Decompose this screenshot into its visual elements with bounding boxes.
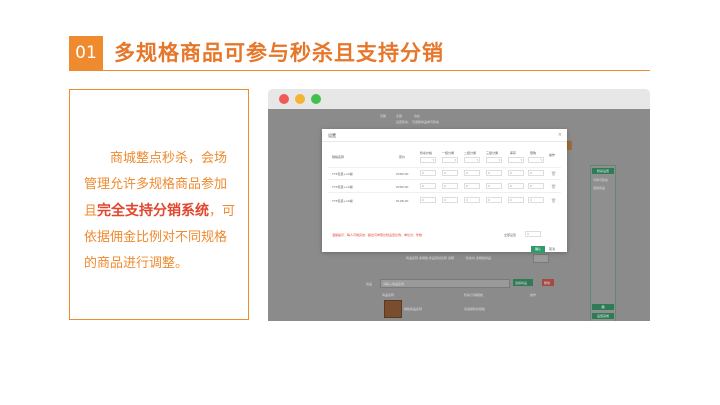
bg-add-product-button[interactable]: 选择商品 (513, 279, 533, 286)
th-stock: 库存 (510, 151, 517, 155)
th-level2: 二级分佣 (464, 151, 477, 155)
row-2-stock-input[interactable]: 0 (508, 183, 524, 189)
minimize-window-dot[interactable] (295, 94, 305, 104)
row-2-seckill-input[interactable]: 0 (420, 183, 436, 189)
bg-search-placeholder: 请输入商品名称 (383, 282, 405, 286)
bg-product-row-1: 商品名称 多规格 商品测试名称 说明 (406, 256, 454, 260)
bg-col-2: 秒杀/分销规格 (464, 293, 484, 297)
row-3-level1-input[interactable]: 0 (442, 197, 458, 203)
bg-bottom-select[interactable]: 请选择秒杀规格 (464, 307, 485, 311)
cancel-button[interactable]: 取消 (549, 246, 555, 253)
row-1-level1-input[interactable]: 0 (442, 170, 458, 176)
bg-col-3: 操作 (530, 293, 537, 297)
row-2-spec: TYP包装+10袋 (332, 185, 353, 189)
row-divider (328, 167, 561, 168)
modal-divider (322, 141, 567, 142)
bg-delete-button[interactable]: 删除 (542, 279, 554, 286)
row-1-limit-input[interactable]: 0 (528, 170, 544, 176)
bg-label-3[interactable]: 请在 (414, 114, 420, 118)
batch-select[interactable] (442, 157, 458, 163)
bg-label-2[interactable]: 全部 (396, 114, 402, 118)
row-2-level1-input[interactable]: 0 (442, 183, 458, 189)
batch-select[interactable] (508, 157, 524, 163)
th-level1: 一级分佣 (442, 151, 455, 155)
bg-panel-tag-mid[interactable]: 确 (592, 304, 614, 310)
row-1-level3-input[interactable]: 0 (486, 170, 502, 176)
confirm-button[interactable]: 确认 (531, 246, 545, 253)
row-3-limit-input[interactable]: 0 (528, 197, 544, 203)
bg-label-1: 同属 (380, 114, 387, 118)
batch-select[interactable] (528, 157, 544, 163)
th-action: 操作 (549, 153, 556, 157)
description-box: 商城整点秒杀，会场管理允许多规格商品参加且完全支持分销系统，可依据佣金比例对不同… (69, 89, 249, 320)
row-divider (328, 192, 561, 193)
window-titlebar (268, 89, 650, 109)
bg-right-panel: 秒杀设置 可参与秒杀 选择商品 确 设置完成 (590, 165, 616, 321)
row-3-level2-input[interactable]: 0 (464, 197, 480, 203)
batch-select[interactable] (486, 157, 502, 163)
row-divider (328, 179, 561, 180)
close-icon[interactable]: × (558, 132, 562, 138)
batch-select[interactable] (464, 157, 480, 163)
th-limit: 限购 (530, 151, 537, 155)
page-title: 多规格商品可参与秒杀且支持分销 (114, 41, 444, 65)
row-3-price: ¥198.00 (396, 199, 409, 203)
app-screenshot-window: 同属 全部 请在 设置秒杀： 可选择商品参与秒杀 秒杀设置 可参与秒杀 选择商品… (268, 89, 650, 321)
app-content: 同属 全部 请在 设置秒杀： 可选择商品参与秒杀 秒杀设置 可参与秒杀 选择商品… (268, 109, 650, 321)
bg-delete-label: 删除 (544, 281, 551, 285)
th-original-price: 原价 (399, 155, 406, 159)
row-1-stock-input[interactable]: 0 (508, 170, 524, 176)
modal-hint: 温馨提示：每人可购买的，超出可参照比较设置比例，单位为：件数 (332, 233, 423, 237)
bg-product-thumbnail (384, 300, 402, 318)
bg-panel-tag-top[interactable]: 秒杀设置 (592, 168, 614, 174)
bg-add-label: 选择商品 (515, 281, 528, 285)
row-1-seckill-input[interactable]: 0 (420, 170, 436, 176)
bg-panel-item-2[interactable]: 选择商品 (593, 186, 605, 190)
row-3-seckill-input[interactable]: 0 (420, 197, 436, 203)
row-2-level3-input[interactable]: 0 (486, 183, 502, 189)
bg-select[interactable] (533, 254, 549, 263)
sku-settings-modal: 设置 × 规格名称 原价 秒杀价格 一级分佣 二级分佣 三级分佣 库存 限购 操… (322, 129, 567, 253)
bg-sub-label: 设置秒杀： 可选择商品参与秒杀 (396, 120, 439, 124)
bg-search-label: 商品 (366, 282, 373, 286)
bg-panel-tag-bottom[interactable]: 设置完成 (592, 313, 614, 319)
batch-select[interactable] (420, 157, 436, 163)
row-2-price: ¥280.00 (396, 185, 409, 189)
bg-col-1: 商品名称 (382, 293, 395, 297)
delete-row-icon[interactable]: 🗑 (551, 171, 556, 176)
bg-bottom-product: 规格商品名称 (404, 307, 423, 311)
close-window-dot[interactable] (279, 94, 289, 104)
maximize-window-dot[interactable] (311, 94, 321, 104)
batch-input[interactable]: 0 (525, 231, 541, 237)
section-number-badge: 01 (69, 36, 103, 70)
row-1-price: ¥280.00 (396, 172, 409, 176)
description-text: 商城整点秒杀，会场管理允许多规格商品参加且完全支持分销系统，可依据佣金比例对不同… (84, 146, 238, 277)
delete-row-icon[interactable]: 🗑 (551, 198, 556, 203)
row-2-level2-input[interactable]: 0 (464, 183, 480, 189)
row-1-spec: TYP包装+10袋 (332, 172, 353, 176)
row-1-level2-input[interactable]: 0 (464, 170, 480, 176)
row-3-level3-input[interactable]: 0 (486, 197, 502, 203)
modal-title: 设置 (328, 133, 336, 138)
th-level3: 三级分佣 (486, 151, 499, 155)
th-seckill-price: 秒杀价格 (420, 151, 433, 155)
row-3-spec: TYP包装+10袋 (332, 199, 353, 203)
delete-row-icon[interactable]: 🗑 (551, 184, 556, 189)
title-divider (69, 70, 650, 71)
row-2-limit-input[interactable]: 0 (528, 183, 544, 189)
bg-panel-item-1[interactable]: 可参与秒杀 (593, 178, 608, 182)
bg-product-row-2: 秒杀价 多规格商品 (466, 256, 491, 260)
batch-label: 全部设置 (504, 233, 517, 237)
row-3-stock-input[interactable]: 0 (508, 197, 524, 203)
th-spec-name: 规格名称 (332, 155, 345, 159)
bg-search-input[interactable]: 请输入商品名称 (380, 279, 510, 288)
description-highlight: 完全支持分销系统 (97, 203, 210, 219)
